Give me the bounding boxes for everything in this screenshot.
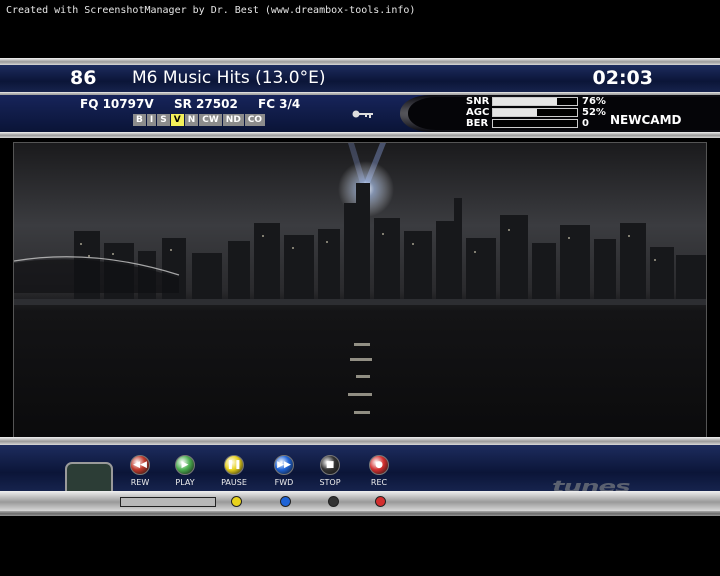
control-label: REC (370, 478, 388, 487)
signal-label: SNR (466, 96, 490, 107)
color-key-2[interactable] (280, 496, 291, 507)
signal-meter-fill (493, 108, 537, 116)
signal-meter (492, 96, 578, 106)
ca-system-n: N (184, 114, 199, 126)
symbol-rate: SR 27502 (174, 97, 238, 111)
control-label: PLAY (175, 478, 195, 487)
ca-system-i: I (146, 114, 157, 126)
control-label: REW (130, 478, 150, 487)
city-skyline-image (14, 143, 706, 414)
ca-systems: B I S V N CW ND CO (133, 114, 266, 126)
signal-meter (492, 107, 578, 117)
player-base-chrome (0, 511, 720, 516)
signal-meter (492, 118, 578, 128)
ca-system-b: B (133, 114, 146, 126)
signal-agc: AGC 52% (466, 107, 606, 118)
progress-bar[interactable] (120, 497, 216, 507)
player-bottom-bar (0, 491, 720, 511)
signal-value: 76% (582, 96, 606, 107)
fec: FC 3/4 (258, 97, 301, 111)
ca-system-s: S (157, 114, 170, 126)
ca-system-v: V (170, 114, 184, 126)
play-icon: ▶ (175, 455, 195, 475)
screenshot-credit: Created with ScreenshotManager by Dr. Be… (6, 5, 416, 16)
signal-ber: BER 0 (466, 118, 589, 129)
infobar-top-chrome (0, 58, 720, 65)
frequency: FQ 10797V (80, 97, 154, 111)
signal-value: 52% (582, 107, 606, 118)
tuner-info-row: FQ 10797V SR 27502 FC 3/4 B I S V N CW ND CO SN… (0, 95, 720, 132)
color-key-3[interactable] (328, 496, 339, 507)
color-key-1[interactable] (231, 496, 242, 507)
key-icon (352, 110, 373, 118)
rew-icon: ◀◀ (130, 455, 150, 475)
pause-icon: ❚❚ (224, 455, 244, 475)
signal-label: AGC (466, 107, 490, 118)
control-label: PAUSE (221, 478, 247, 487)
clock: 02:03 (592, 67, 653, 89)
ca-system-cw: CW (199, 114, 222, 126)
infobar-title-row: 86 M6 Music Hits (13.0°E) 02:03 (0, 65, 720, 92)
player-top-chrome (0, 437, 720, 445)
rec-button[interactable]: ● REC (359, 455, 399, 487)
control-label: FWD (274, 478, 294, 487)
video-area (13, 142, 707, 439)
channel-name: M6 Music Hits (13.0°E) (132, 68, 326, 88)
infobar-bottom-chrome (0, 132, 720, 138)
play-button[interactable]: ▶ PLAY (165, 455, 205, 487)
ca-system-nd: ND (222, 114, 244, 126)
signal-label: BER (466, 118, 489, 129)
rec-icon: ● (369, 455, 389, 475)
pause-button[interactable]: ❚❚ PAUSE (214, 455, 254, 487)
signal-meter-fill (493, 97, 557, 105)
fwd-icon: ▶▶ (274, 455, 294, 475)
rew-button[interactable]: ◀◀ REW (120, 455, 160, 487)
signal-value: 0 (582, 118, 589, 129)
stop-icon: ■ (320, 455, 340, 475)
color-key-4[interactable] (375, 496, 386, 507)
fwd-button[interactable]: ▶▶ FWD (264, 455, 304, 487)
signal-snr: SNR 76% (466, 96, 606, 107)
control-label: STOP (319, 478, 341, 487)
ca-system-co: CO (244, 114, 266, 126)
cam-name: NEWCAMD (610, 113, 682, 127)
channel-number: 86 (70, 67, 97, 89)
stop-button[interactable]: ■ STOP (310, 455, 350, 487)
